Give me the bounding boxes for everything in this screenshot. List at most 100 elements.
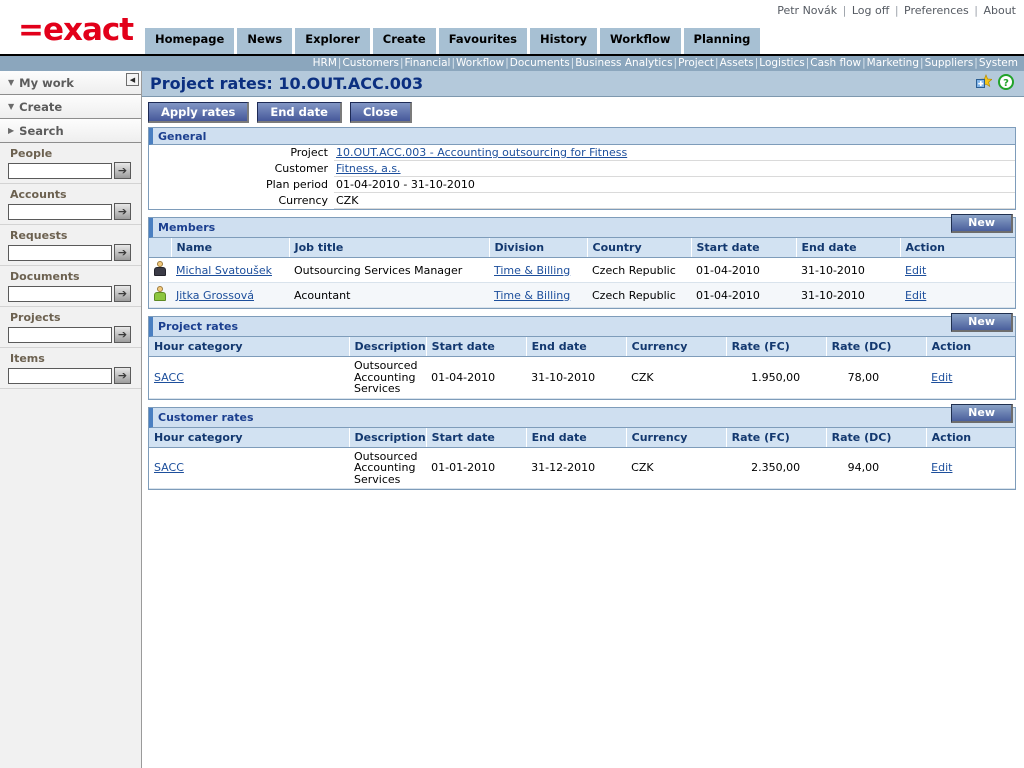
col-header-rate-fc[interactable]: Rate (FC) xyxy=(726,427,827,448)
menu-tab-workflow[interactable]: Workflow xyxy=(599,28,681,54)
help-icon[interactable]: ? xyxy=(998,74,1014,93)
col-header-currency[interactable]: Currency xyxy=(626,427,727,448)
menu-tab-favourites[interactable]: Favourites xyxy=(438,28,527,54)
col-header-rate-fc[interactable]: Rate (FC) xyxy=(726,337,827,357)
rate-edit-link[interactable]: Edit xyxy=(931,371,952,384)
search-go-icon-accounts[interactable]: ➔ xyxy=(114,203,131,220)
col-header-rate-dc[interactable]: Rate (DC) xyxy=(826,337,927,357)
col-header-end-date[interactable]: End date xyxy=(796,238,901,258)
hour-category-link[interactable]: SACC xyxy=(154,371,184,384)
col-header-hour-category[interactable]: Hour category xyxy=(149,337,350,357)
col-header-job-title[interactable]: Job title xyxy=(289,238,490,258)
col-header-action[interactable]: Action xyxy=(926,427,1015,448)
search-row: ➔ xyxy=(0,285,141,306)
subnav-item-customers[interactable]: Customers xyxy=(342,57,398,69)
search-input-accounts[interactable] xyxy=(8,203,112,220)
add-to-favorites-icon[interactable] xyxy=(976,74,993,93)
search-group-label: Items xyxy=(10,352,45,365)
col-header-description[interactable]: Description xyxy=(349,427,427,448)
col-header-end-date[interactable]: End date xyxy=(526,337,627,357)
col-header-start-date[interactable]: Start date xyxy=(691,238,797,258)
preferences-link[interactable]: Preferences xyxy=(904,4,969,17)
customer-rates-new-button[interactable]: New xyxy=(951,403,1013,423)
rate-edit-link[interactable]: Edit xyxy=(931,461,952,474)
subnav-item-hrm[interactable]: HRM xyxy=(313,57,337,69)
log-off-link[interactable]: Log off xyxy=(852,4,889,17)
close-button[interactable]: Close xyxy=(349,102,412,123)
member-name-link[interactable]: Michal Svatoušek xyxy=(176,264,272,277)
project-link[interactable]: 10.OUT.ACC.003 - Accounting outsourcing … xyxy=(336,146,627,159)
col-header-country[interactable]: Country xyxy=(587,238,692,258)
page-title-bar: Project rates: 10.OUT.ACC.003 ? xyxy=(142,71,1024,97)
table-row: SACC Outsourced Accounting Services 01-0… xyxy=(149,447,1015,489)
menu-tab-homepage[interactable]: Homepage xyxy=(145,28,235,54)
search-go-icon-people[interactable]: ➔ xyxy=(114,162,131,179)
col-header-action[interactable]: Action xyxy=(926,337,1015,357)
search-row: ➔ xyxy=(0,326,141,347)
subnav-item-documents[interactable]: Documents xyxy=(510,57,570,69)
subnav-item-marketing[interactable]: Marketing xyxy=(867,57,919,69)
sidebar-collapse-icon[interactable]: ◀ xyxy=(126,73,139,86)
search-group-people: People ➔ xyxy=(0,143,141,184)
subnav-item-project[interactable]: Project xyxy=(678,57,714,69)
subnav-item-suppliers[interactable]: Suppliers xyxy=(925,57,974,69)
menu-tab-explorer[interactable]: Explorer xyxy=(295,28,370,54)
subnav-item-business-analytics[interactable]: Business Analytics xyxy=(575,57,672,69)
subnav-item-workflow[interactable]: Workflow xyxy=(456,57,504,69)
col-header-rate-dc[interactable]: Rate (DC) xyxy=(826,427,927,448)
col-header-start-date[interactable]: Start date xyxy=(426,427,527,448)
col-header-hour-category[interactable]: Hour category xyxy=(149,427,350,448)
col-header-division[interactable]: Division xyxy=(489,238,588,258)
member-division-link[interactable]: Time & Billing xyxy=(494,289,570,302)
col-header-name[interactable]: Name xyxy=(171,238,290,258)
member-edit-link[interactable]: Edit xyxy=(905,264,926,277)
menu-tab-create[interactable]: Create xyxy=(372,28,436,54)
field-label-project: Project xyxy=(290,146,328,159)
search-go-icon-requests[interactable]: ➔ xyxy=(114,244,131,261)
member-edit-link[interactable]: Edit xyxy=(905,289,926,302)
subnav-item-cash-flow[interactable]: Cash flow xyxy=(810,57,861,69)
rate-action-cell: Edit xyxy=(926,447,1015,489)
main-content: Project rates: 10.OUT.ACC.003 ? Apply ra… xyxy=(142,71,1024,768)
col-header-end-date[interactable]: End date xyxy=(526,427,627,448)
sidebar-section-create[interactable]: ▼ Create xyxy=(0,95,141,119)
search-input-people[interactable] xyxy=(8,162,112,179)
end-date-button[interactable]: End date xyxy=(257,102,342,123)
current-user-name: Petr Novák xyxy=(777,4,838,17)
about-link[interactable]: About xyxy=(983,4,1016,17)
subnav-item-logistics[interactable]: Logistics xyxy=(759,57,804,69)
search-input-requests[interactable] xyxy=(8,244,112,261)
subnav-item-financial[interactable]: Financial xyxy=(405,57,451,69)
sidebar-section-my-work[interactable]: ▼ My work xyxy=(0,71,141,95)
main-menu: Homepage News Explorer Create Favourites… xyxy=(145,28,761,54)
subnav-item-assets[interactable]: Assets xyxy=(720,57,754,69)
menu-tab-history[interactable]: History xyxy=(530,28,597,54)
search-input-projects[interactable] xyxy=(8,326,112,343)
project-rates-new-button[interactable]: New xyxy=(951,313,1013,332)
col-header-description[interactable]: Description xyxy=(349,337,427,357)
col-header-action[interactable]: Action xyxy=(900,238,1015,258)
col-header-currency[interactable]: Currency xyxy=(626,337,727,357)
search-go-icon-items[interactable]: ➔ xyxy=(114,367,131,384)
search-input-documents[interactable] xyxy=(8,285,112,302)
member-name-link[interactable]: Jitka Grossová xyxy=(176,289,254,302)
exact-logo[interactable]: =exact xyxy=(18,12,134,48)
member-division-link[interactable]: Time & Billing xyxy=(494,264,570,277)
customer-link[interactable]: Fitness, a.s. xyxy=(336,162,401,175)
search-input-items[interactable] xyxy=(8,367,112,384)
search-row: ➔ xyxy=(0,367,141,388)
col-header-start-date[interactable]: Start date xyxy=(426,337,527,357)
sidebar-section-search[interactable]: ▶ Search xyxy=(0,119,141,143)
search-go-icon-documents[interactable]: ➔ xyxy=(114,285,131,302)
menu-tab-news[interactable]: News xyxy=(237,28,293,54)
table-row: Michal Svatoušek Outsourcing Services Ma… xyxy=(149,257,1015,283)
members-new-button[interactable]: New xyxy=(951,214,1013,233)
search-go-icon-projects[interactable]: ➔ xyxy=(114,326,131,343)
field-value-currency: CZK xyxy=(334,192,1015,209)
hour-category-link[interactable]: SACC xyxy=(154,461,184,474)
apply-rates-button[interactable]: Apply rates xyxy=(148,102,250,123)
col-header-icon[interactable] xyxy=(149,238,172,258)
subnav-item-system[interactable]: System xyxy=(979,57,1018,69)
menu-tab-planning[interactable]: Planning xyxy=(683,28,761,54)
members-panel-header: Members New xyxy=(149,214,1015,238)
